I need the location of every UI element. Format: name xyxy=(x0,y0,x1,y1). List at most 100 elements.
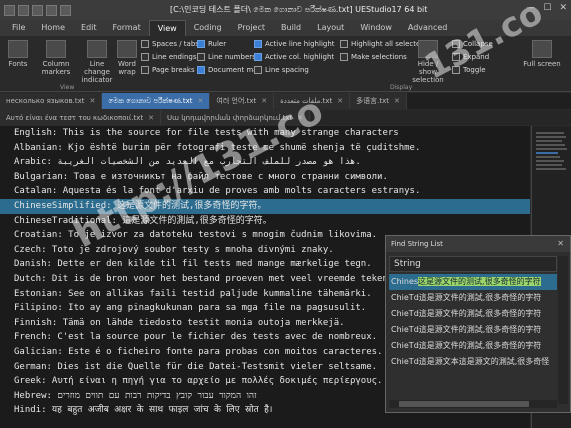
spaces-tabs-checkbox[interactable]: Spaces / tabs xyxy=(141,40,199,48)
menu-home[interactable]: Home xyxy=(33,20,73,36)
toggle-label: Toggle xyxy=(463,66,486,74)
minimize-button[interactable]: — xyxy=(526,3,535,13)
expand-icon xyxy=(452,53,460,61)
result-text: 這是源文件的測試,很多奇怪的字符 xyxy=(418,341,542,350)
file-tab[interactable]: несколько языков.txt ✕ xyxy=(0,93,103,109)
result-row[interactable]: ChieTd這是源文件的測試,很多奇怪的字符 xyxy=(389,290,557,306)
open-icon[interactable] xyxy=(18,4,29,16)
undo-icon[interactable] xyxy=(46,4,57,16)
close-icon[interactable]: ✕ xyxy=(337,97,343,105)
file-tabs-primary: несколько языков.txt ✕ මෙක ගොනාව පරීක්ෂණ.… xyxy=(0,93,571,109)
menu-format[interactable]: Format xyxy=(105,20,149,36)
active-col-highlight-checkbox[interactable]: Active col. highlight xyxy=(254,53,334,61)
close-icon[interactable]: ✕ xyxy=(198,97,204,105)
editor-line[interactable]: Catalan: Aquesta és la font d'arxiu de p… xyxy=(0,184,530,199)
menu-layout[interactable]: Layout xyxy=(309,20,352,36)
document-map-checkbox[interactable]: Document map xyxy=(197,66,262,74)
panel-header: Find String List ✕ xyxy=(386,236,570,252)
close-icon[interactable]: ✕ xyxy=(148,114,154,122)
menu-project[interactable]: Project xyxy=(230,20,273,36)
close-icon[interactable]: ✕ xyxy=(297,114,303,122)
file-tab[interactable]: 여러 언어.txt ✕ xyxy=(210,93,275,109)
editor-line[interactable]: Albanian: Kjo është burim për fotografi … xyxy=(0,141,530,156)
minimap-line xyxy=(536,168,566,170)
menu-bar: File Home Edit Format View Coding Projec… xyxy=(0,19,571,37)
close-icon[interactable]: ✕ xyxy=(261,97,267,105)
close-icon[interactable]: ✕ xyxy=(394,97,400,105)
result-row[interactable]: ChieTd這是源文件的測試,很多奇怪的字符 xyxy=(389,306,557,322)
page-breaks-label: Page breaks xyxy=(152,66,195,74)
editor-line[interactable]: English: This is the source for file tes… xyxy=(0,126,530,141)
word-wrap-button[interactable]: Word wrap xyxy=(116,40,138,76)
line-numbers-checkbox[interactable]: Line numbers xyxy=(197,53,256,61)
minimap-line xyxy=(536,164,562,166)
line-endings-checkbox[interactable]: Line endings xyxy=(141,53,196,61)
page-breaks-checkbox[interactable]: Page breaks xyxy=(141,66,195,74)
file-tab[interactable]: Սա կոդավորման փորձարկում.txt ✕ xyxy=(161,110,311,125)
maximize-button[interactable]: ☐ xyxy=(543,3,551,13)
fonts-button[interactable]: Fonts xyxy=(6,40,30,68)
result-row[interactable]: ChieTd這是源文件的測試,很多奇怪的字符 xyxy=(389,338,557,354)
highlight-icon xyxy=(340,40,348,48)
result-row[interactable]: Chines这是源文件的测试,很多奇怪的字符 xyxy=(389,274,557,290)
fonts-label: Fonts xyxy=(8,60,28,68)
spaces-tabs-label: Spaces / tabs xyxy=(152,40,199,48)
menu-coding[interactable]: Coding xyxy=(186,20,230,36)
close-icon[interactable]: ✕ xyxy=(90,97,96,105)
menu-window[interactable]: Window xyxy=(352,20,400,36)
line-change-icon xyxy=(87,40,107,58)
expand-label: Expand xyxy=(463,53,490,61)
minimap-line xyxy=(536,140,562,142)
menu-view[interactable]: View xyxy=(148,19,186,37)
menu-file[interactable]: File xyxy=(4,20,33,36)
make-selections-button[interactable]: Make selections xyxy=(340,53,407,61)
file-tab[interactable]: Αυτό είναι ένα τεστ του κωδικοποιί.txt ✕ xyxy=(0,110,162,125)
make-selections-label: Make selections xyxy=(351,53,407,61)
column-markers-icon xyxy=(46,40,66,58)
group-view-label: View xyxy=(60,84,75,91)
checkbox-checked-icon xyxy=(197,40,205,48)
collapse-button[interactable]: Collapse xyxy=(452,40,493,48)
horizontal-scrollbar[interactable] xyxy=(389,400,557,408)
close-button[interactable]: ✕ xyxy=(559,3,567,13)
editor-line-active[interactable]: ChineseSimplified: 这是源文件的测试,很多奇怪的字符。 xyxy=(0,198,530,214)
find-string-list-panel: Find String List ✕ String Chines这是源文件的测试… xyxy=(385,235,571,413)
vertical-scrollbar[interactable] xyxy=(558,256,568,404)
expand-button[interactable]: Expand xyxy=(452,53,489,61)
full-screen-button[interactable]: Full screen xyxy=(520,40,564,68)
ruler-label: Ruler xyxy=(208,40,227,48)
result-text: 這是源文件的測試,很多奇怪的字符 xyxy=(418,325,542,334)
line-numbers-label: Line numbers xyxy=(208,53,256,61)
close-icon[interactable]: ✕ xyxy=(557,239,564,248)
scroll-thumb[interactable] xyxy=(399,401,529,407)
collapse-label: Collapse xyxy=(463,40,493,48)
editor-line[interactable]: Arabic: هذا هو مصدر للملف التجارب مع الع… xyxy=(0,155,530,170)
file-tab[interactable]: 多语言.txt ✕ xyxy=(350,93,407,109)
menu-edit[interactable]: Edit xyxy=(73,20,105,36)
toggle-button[interactable]: Toggle xyxy=(452,66,486,74)
result-text: 这是源文件的测试,很多奇怪的字符 xyxy=(418,277,541,286)
result-prefix: ChieTd xyxy=(391,293,419,302)
column-header-string[interactable]: String xyxy=(389,256,557,272)
file-tab-active[interactable]: මෙක ගොනාව පරීක්ෂණ.txt ✕ xyxy=(102,93,211,109)
result-text: 這是源文本這是源文的測試,很多奇怪 xyxy=(418,357,550,366)
redo-icon[interactable] xyxy=(60,4,71,16)
result-row[interactable]: ChieTd這是源文本這是源文的測試,很多奇怪 xyxy=(389,354,557,370)
new-file-icon[interactable] xyxy=(32,4,43,16)
result-prefix: Chines xyxy=(391,277,419,286)
active-line-highlight-checkbox[interactable]: Active line highlight xyxy=(254,40,335,48)
ruler-checkbox[interactable]: Ruler xyxy=(197,40,226,48)
save-icon[interactable] xyxy=(4,4,15,16)
result-row[interactable]: ChieTd這是源文件的測試,很多奇怪的字符 xyxy=(389,322,557,338)
file-tab-label: Սա կոդավորման փորձարկում.txt xyxy=(167,113,293,122)
line-spacing-dropdown[interactable]: Line spacing xyxy=(254,66,309,74)
line-change-indicator-button[interactable]: Line change indicator xyxy=(76,40,118,84)
editor-line[interactable]: ChineseTraditional: 這是源文件的測試,很多奇怪的字符。 xyxy=(0,214,530,229)
column-markers-button[interactable]: Column markers xyxy=(38,40,74,76)
editor-line[interactable]: Bulgarian: Това е източникът на файл тес… xyxy=(0,170,530,185)
hide-show-selection-button[interactable]: Hide / show selection xyxy=(408,40,448,84)
menu-advanced[interactable]: Advanced xyxy=(400,20,456,36)
file-tab[interactable]: ملفات متعددة.txt ✕ xyxy=(274,93,351,109)
menu-build[interactable]: Build xyxy=(273,20,309,36)
column-markers-label: Column markers xyxy=(41,60,71,76)
